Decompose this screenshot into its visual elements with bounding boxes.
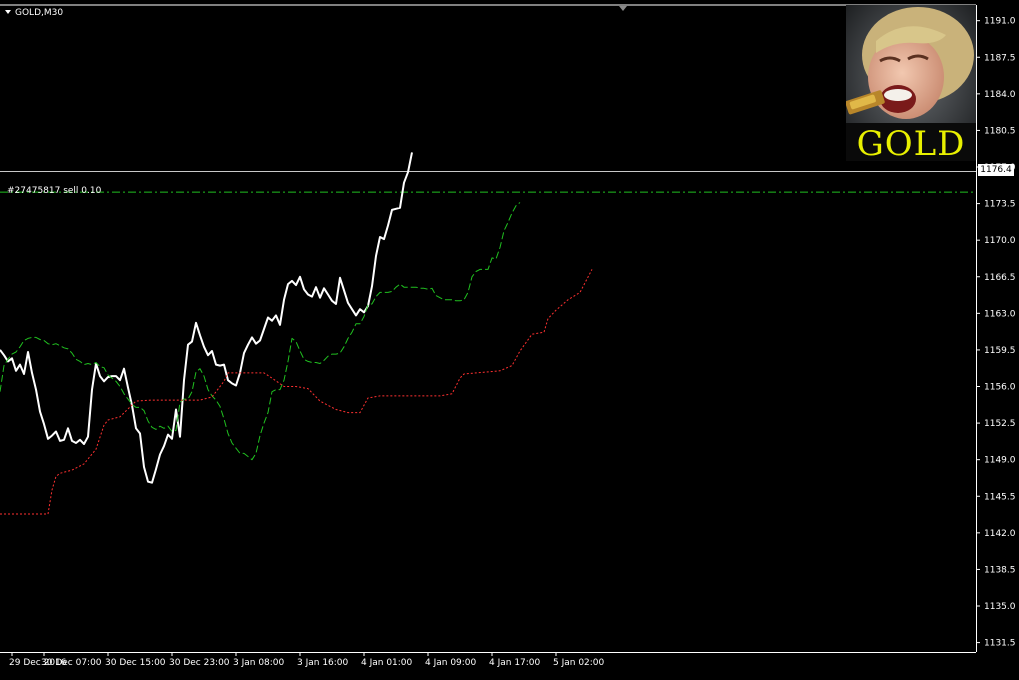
x-tick-label: 30 Dec 23:00 <box>169 658 230 668</box>
y-tick-label: 1142.0 <box>984 529 1016 539</box>
y-tick-label: 1131.5 <box>984 639 1016 649</box>
y-tick-label: 1163.0 <box>984 309 1016 319</box>
x-tick-label: 4 Jan 01:00 <box>361 658 413 668</box>
chart-frame <box>0 4 977 653</box>
y-tick-label: 1145.5 <box>984 492 1016 502</box>
x-tick-label: 30 Dec 15:00 <box>105 658 166 668</box>
dropdown-triangle-icon[interactable] <box>5 10 11 14</box>
symbol-label[interactable]: GOLD,M30 <box>5 8 63 18</box>
x-tick-label: 4 Jan 09:00 <box>425 658 477 668</box>
y-tick-label: 1152.5 <box>984 419 1016 429</box>
symbol-text: GOLD,M30 <box>15 8 64 18</box>
logo-image: GOLD <box>846 5 976 161</box>
x-tick-label: 3 Jan 16:00 <box>297 658 349 668</box>
y-tick-label: 1184.0 <box>984 90 1016 100</box>
order-label[interactable]: #27475817 sell 0.10 <box>7 186 101 196</box>
current-price-badge: 1176.4 <box>978 164 1014 176</box>
y-tick-label: 1159.5 <box>984 346 1016 356</box>
x-axis: 29 Dec 201630 Dec 07:00 30 Dec 15:00 30 De… <box>9 652 605 668</box>
y-tick-label: 1166.5 <box>984 273 1016 283</box>
y-axis: 1191.01187.51184.01180.51177.01173.51170… <box>976 17 1016 649</box>
series-line-dotted <box>0 269 593 515</box>
series-layer <box>0 152 593 515</box>
x-tick-label: 30 Dec 07:00 <box>41 658 102 668</box>
y-tick-label: 1138.5 <box>984 565 1016 575</box>
scroll-marker-icon <box>619 6 627 11</box>
series-line-solid <box>0 152 413 484</box>
x-tick-label: 3 Jan 08:00 <box>233 658 285 668</box>
y-tick-label: 1173.5 <box>984 200 1016 210</box>
y-tick-label: 1187.5 <box>984 53 1016 63</box>
y-tick-label: 1156.0 <box>984 383 1016 393</box>
logo-text: GOLD <box>856 124 966 161</box>
y-tick-label: 1135.0 <box>984 602 1016 612</box>
y-tick-label: 1170.0 <box>984 236 1016 246</box>
series-line-dashed <box>0 202 521 461</box>
y-tick-label: 1149.0 <box>984 456 1016 466</box>
y-tick-label: 1180.5 <box>984 126 1016 136</box>
y-tick-label: 1191.0 <box>984 17 1016 27</box>
x-tick-label: 4 Jan 17:00 <box>489 658 541 668</box>
x-tick-label: 5 Jan 02:00 <box>553 658 605 668</box>
